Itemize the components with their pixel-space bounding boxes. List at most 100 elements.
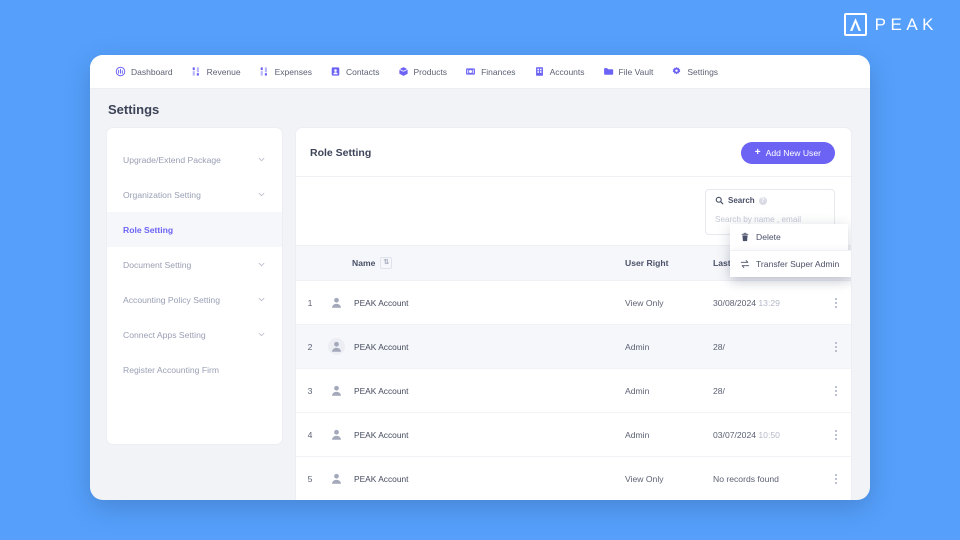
- help-circle-icon[interactable]: ?: [758, 196, 767, 205]
- row-name-cell: PEAK Account: [324, 456, 625, 500]
- context-menu-item-transfer-super-admin[interactable]: Transfer Super Admin: [730, 250, 851, 277]
- chevron-down-icon: [257, 155, 266, 164]
- row-user-right: Admin: [625, 324, 713, 369]
- nav-item-settings[interactable]: Settings: [662, 66, 727, 77]
- sort-toggle-icon[interactable]: ⇅: [380, 257, 393, 269]
- row-last-login-date: 28/: [713, 385, 725, 396]
- table-row[interactable]: 3 PEAK Account Admin 28/: [296, 368, 851, 413]
- row-name-cell: PEAK Account: [324, 324, 625, 369]
- nav-label: Expenses: [274, 66, 312, 77]
- nav-label: Dashboard: [131, 66, 173, 77]
- row-last-login: 30/08/2024 13:29: [713, 280, 821, 325]
- row-last-login-time: 10:50: [758, 429, 780, 440]
- sidebar-item-label: Register Accounting Firm: [123, 364, 219, 375]
- panel-title: Role Setting: [310, 147, 372, 159]
- search-label-row: Search ?: [715, 196, 825, 205]
- chevron-down-icon: [257, 295, 266, 304]
- sidebar-item-connect-apps-setting[interactable]: Connect Apps Setting: [107, 317, 282, 352]
- panel-header: Role Setting + Add New User: [296, 128, 851, 177]
- nav-label: Products: [413, 66, 448, 77]
- row-name: PEAK Account: [354, 385, 409, 396]
- sidebar-item-upgrade-extend-package[interactable]: Upgrade/Extend Package: [107, 142, 282, 177]
- th-index: [296, 245, 324, 281]
- sliders-icon: [259, 66, 270, 77]
- role-setting-panel: Role Setting + Add New User Search ? Sea…: [295, 127, 852, 500]
- nav-item-finances[interactable]: Finances: [456, 66, 525, 77]
- table-row[interactable]: 4 PEAK Account Admin 03/07/2024 10:50: [296, 412, 851, 457]
- sidebar-item-register-accounting-firm[interactable]: Register Accounting Firm: [107, 352, 282, 387]
- app-window: Dashboard Revenue Expenses Contacts Prod…: [90, 55, 870, 500]
- sidebar-item-document-setting[interactable]: Document Setting: [107, 247, 282, 282]
- row-last-login-date: 30/08/2024: [713, 297, 757, 308]
- row-last-login-date: 03/07/2024: [713, 429, 757, 440]
- sidebar-item-organization-setting[interactable]: Organization Setting: [107, 177, 282, 212]
- search-icon: [715, 196, 724, 205]
- contacts-book-icon: [330, 66, 341, 77]
- nav-label: Revenue: [206, 66, 241, 77]
- context-menu-label: Transfer Super Admin: [756, 259, 840, 269]
- table-row[interactable]: 2 PEAK Account Admin 28/: [296, 324, 851, 369]
- row-last-login-time: 13:29: [758, 297, 780, 308]
- table-row[interactable]: 1 PEAK Account View Only 30/08/2024 13:2…: [296, 280, 851, 325]
- plus-icon: +: [754, 147, 761, 158]
- screen: PEAK Dashboard Revenue Expenses Contacts…: [0, 0, 960, 540]
- add-new-user-button[interactable]: + Add New User: [740, 142, 835, 164]
- nav-item-accounts[interactable]: Accounts: [525, 66, 594, 77]
- nav-item-expenses[interactable]: Expenses: [250, 66, 321, 77]
- row-last-login: 28/: [713, 368, 821, 413]
- row-name-cell: PEAK Account: [324, 368, 625, 413]
- row-name: PEAK Account: [354, 429, 409, 440]
- row-index: 5: [296, 456, 324, 500]
- row-last-login: 03/07/2024 10:50: [713, 412, 821, 457]
- top-navigation: Dashboard Revenue Expenses Contacts Prod…: [90, 55, 870, 89]
- context-menu-label: Delete: [756, 232, 781, 242]
- row-user-right: Admin: [625, 368, 713, 413]
- row-name-cell: PEAK Account: [324, 412, 625, 457]
- users-table: Name ⇅ User Right Last Login ?: [296, 245, 851, 500]
- folder-icon: [603, 66, 614, 77]
- nav-label: Settings: [687, 66, 719, 77]
- avatar: [328, 470, 345, 487]
- page-title: Settings: [108, 102, 160, 117]
- nav-label: Contacts: [345, 66, 380, 77]
- transfer-arrows-icon: [740, 259, 750, 269]
- brand-name: PEAK: [874, 14, 938, 34]
- nav-item-contacts[interactable]: Contacts: [321, 66, 389, 77]
- row-user-right: Admin: [625, 412, 713, 457]
- row-index: 1: [296, 280, 324, 325]
- row-last-login-date: No records found: [713, 473, 779, 484]
- search-input[interactable]: [715, 215, 825, 224]
- table-body: 1 PEAK Account View Only 30/08/2024 13:2…: [296, 280, 851, 500]
- chevron-down-icon: [257, 260, 266, 269]
- th-name[interactable]: Name ⇅: [324, 245, 625, 281]
- nav-item-products[interactable]: Products: [389, 66, 457, 77]
- avatar: [328, 382, 345, 399]
- chevron-down-icon: [257, 190, 266, 199]
- sidebar-item-role-setting[interactable]: Role Setting: [107, 212, 282, 247]
- row-last-login-date: 28/: [713, 341, 725, 352]
- avatar: [328, 294, 345, 311]
- nav-item-dashboard[interactable]: Dashboard: [106, 66, 182, 77]
- sidebar-item-label: Accounting Policy Setting: [123, 294, 220, 305]
- peak-lambda-logo-icon: [843, 13, 867, 36]
- sidebar-item-label: Upgrade/Extend Package: [123, 154, 221, 165]
- row-name: PEAK Account: [354, 297, 409, 308]
- nav-label: Accounts: [549, 66, 585, 77]
- row-user-right: View Only: [625, 456, 713, 500]
- row-name-cell: PEAK Account: [324, 280, 625, 325]
- th-user-right: User Right: [625, 245, 713, 281]
- brand-logo: PEAK: [843, 13, 938, 36]
- nav-item-revenue[interactable]: Revenue: [182, 66, 250, 77]
- row-context-menu: Delete Transfer Super Admin: [730, 224, 851, 277]
- gear-icon: [671, 66, 682, 77]
- row-name: PEAK Account: [354, 473, 409, 484]
- avatar: [328, 338, 345, 355]
- nav-item-file-vault[interactable]: File Vault: [594, 66, 663, 77]
- row-last-login: No records found: [713, 456, 821, 500]
- chevron-down-icon: [257, 330, 266, 339]
- table-row[interactable]: 5 PEAK Account View Only No records foun…: [296, 456, 851, 500]
- nav-label: Finances: [481, 66, 516, 77]
- sidebar-item-accounting-policy-setting[interactable]: Accounting Policy Setting: [107, 282, 282, 317]
- search-label: Search: [728, 196, 755, 205]
- context-menu-item-delete[interactable]: Delete: [730, 224, 848, 250]
